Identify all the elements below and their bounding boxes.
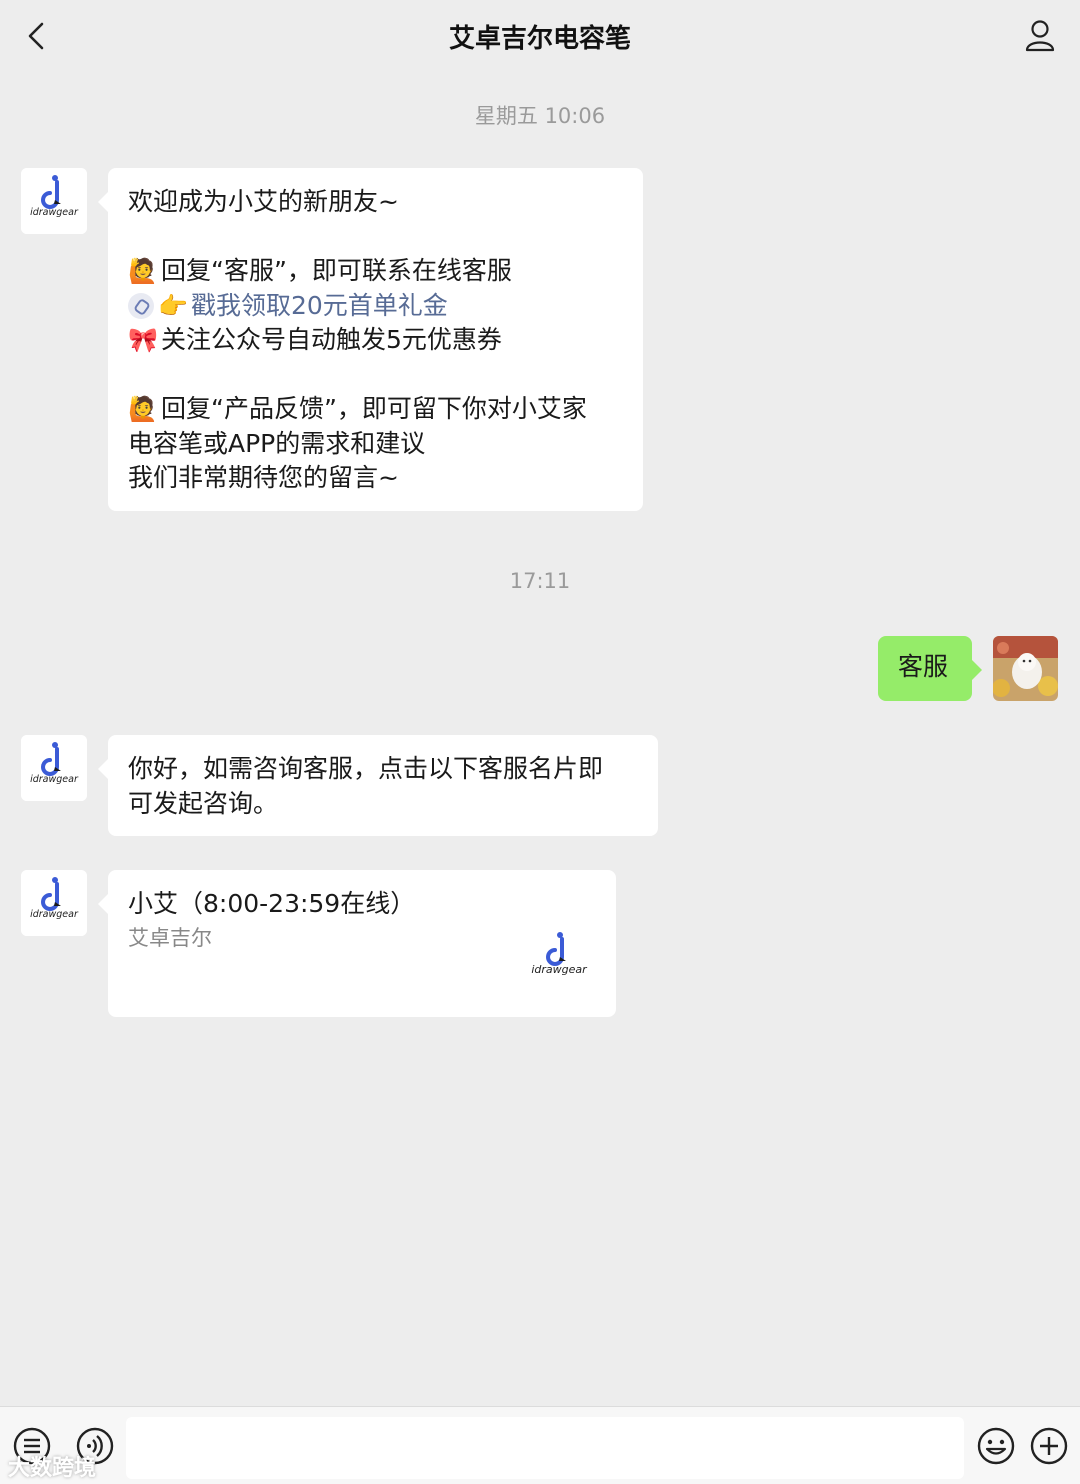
brand-avatar[interactable]: idrawgear [21,870,87,936]
raising-hand-icon: 🙋 [128,395,158,424]
message-line: 🙋 回复“产品反馈”，即可留下你对小艾家 [128,394,587,424]
chat-title: 艾卓吉尔电容笔 [448,23,631,54]
message-line: 🎀 关注公众号自动触发5元优惠券 [128,325,502,355]
person-icon[interactable] [1024,18,1056,54]
brand-avatar[interactable]: idrawgear [21,735,87,801]
logo-text: idrawgear [30,207,79,218]
pointing-hand-icon: 👉 [158,291,188,320]
message-input[interactable] [126,1417,964,1479]
message-line: 🙋 回复“客服”，即可联系在线客服 [128,256,512,286]
plus-icon[interactable] [1029,1426,1069,1466]
user-message: 客服 [878,636,982,701]
brand-avatar[interactable]: idrawgear [21,168,87,234]
message-line: 欢迎成为小艾的新朋友~ [128,187,399,216]
welcome-message: 欢迎成为小艾的新朋友~ 🙋 回复“客服”，即可联系在线客服 👉 戳我领取20元首… [98,168,643,511]
message-line: 我们非常期待您的留言~ [128,463,399,492]
logo-text: idrawgear [30,774,79,785]
message-line [128,358,623,393]
service-reply-message: 你好，如需咨询客服，点击以下客服名片即 可发起咨询。 [98,735,658,836]
message-line: 电容笔或APP的需求和建议 [128,428,426,458]
watermark: 大数跨境 [8,1456,97,1481]
contact-card-name: 小艾（8:00-23:59在线） [128,889,416,918]
ribbon-icon: 🎀 [128,326,158,355]
logo-text: idrawgear [30,909,79,920]
chevron-left-icon[interactable] [20,18,56,54]
message-line: 可发起咨询。 [128,788,279,818]
message-line: 👉 戳我领取20元首单礼金 [128,289,623,324]
message-line [128,220,623,255]
input-toolbar [0,1406,1080,1484]
mini-program-icon [128,292,154,319]
user-avatar-image [993,636,1058,701]
contact-card[interactable]: 小艾（8:00-23:59在线） 艾卓吉尔 idrawgear [98,870,616,1017]
chat-header: 艾卓吉尔电容笔 [0,0,1080,72]
idrawgear-logo: idrawgear [531,932,588,976]
coupon-link[interactable]: 戳我领取20元首单礼金 [191,289,448,324]
user-avatar[interactable] [993,636,1058,701]
timestamp: 17:11 [509,569,571,593]
idrawgear-logo: idrawgear [21,870,87,936]
idrawgear-logo: idrawgear [21,168,87,234]
idrawgear-logo: idrawgear [21,735,87,801]
emoji-icon[interactable] [976,1426,1016,1466]
timestamp: 星期五 10:06 [474,104,606,128]
logo-text: idrawgear [531,963,588,976]
raising-hand-icon: 🙋 [128,257,158,286]
message-line: 你好，如需咨询客服，点击以下客服名片即 [128,754,604,783]
